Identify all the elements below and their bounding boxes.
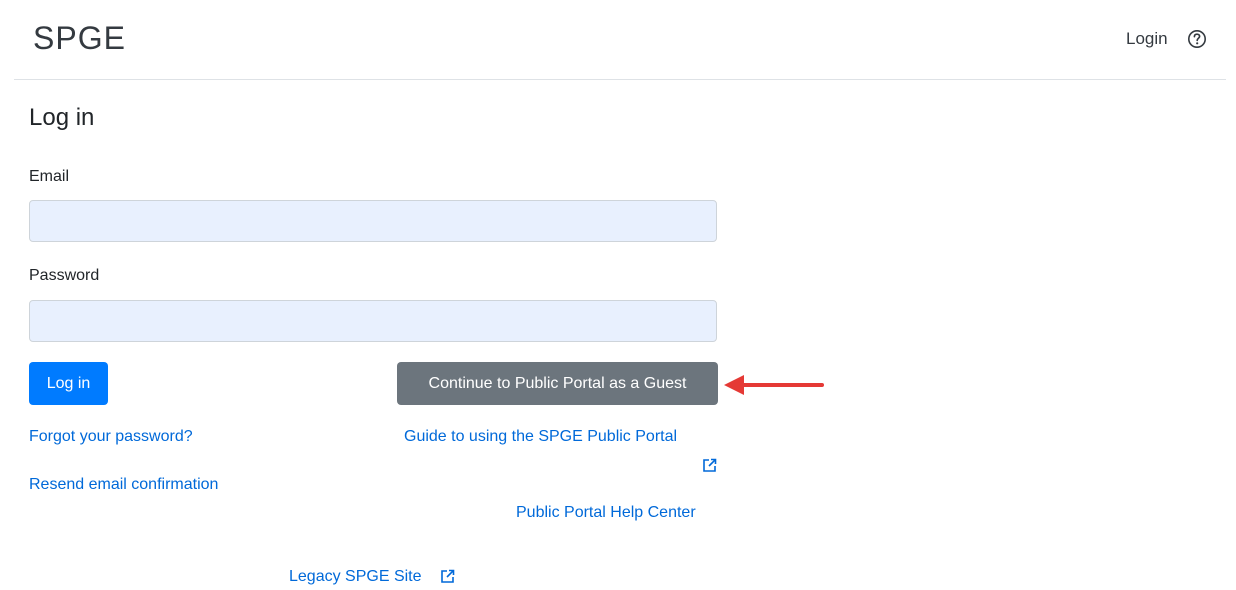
- legacy-site-link[interactable]: Legacy SPGE Site: [289, 568, 422, 586]
- password-label: Password: [29, 267, 100, 284]
- login-button[interactable]: Log in: [29, 362, 108, 405]
- page-title: Log in: [29, 104, 95, 131]
- forgot-password-link[interactable]: Forgot your password?: [29, 428, 193, 446]
- email-label: Email: [29, 168, 70, 185]
- email-field[interactable]: [29, 200, 717, 242]
- header: SPGE Login: [0, 0, 1236, 80]
- resend-confirmation-link[interactable]: Resend email confirmation: [29, 476, 218, 494]
- help-center-link[interactable]: Public Portal Help Center: [516, 504, 696, 522]
- nav-login-link[interactable]: Login: [1126, 29, 1168, 49]
- guest-portal-button[interactable]: Continue to Public Portal as a Guest: [397, 362, 718, 405]
- brand-logo[interactable]: SPGE: [33, 20, 126, 57]
- password-field[interactable]: [29, 300, 717, 342]
- question-circle-icon[interactable]: [1187, 29, 1207, 49]
- red-arrow-icon: [724, 375, 824, 395]
- external-link-icon[interactable]: [702, 458, 717, 473]
- header-divider: [14, 79, 1226, 80]
- guide-link[interactable]: Guide to using the SPGE Public Portal: [404, 428, 677, 446]
- external-link-icon[interactable]: [440, 569, 455, 584]
